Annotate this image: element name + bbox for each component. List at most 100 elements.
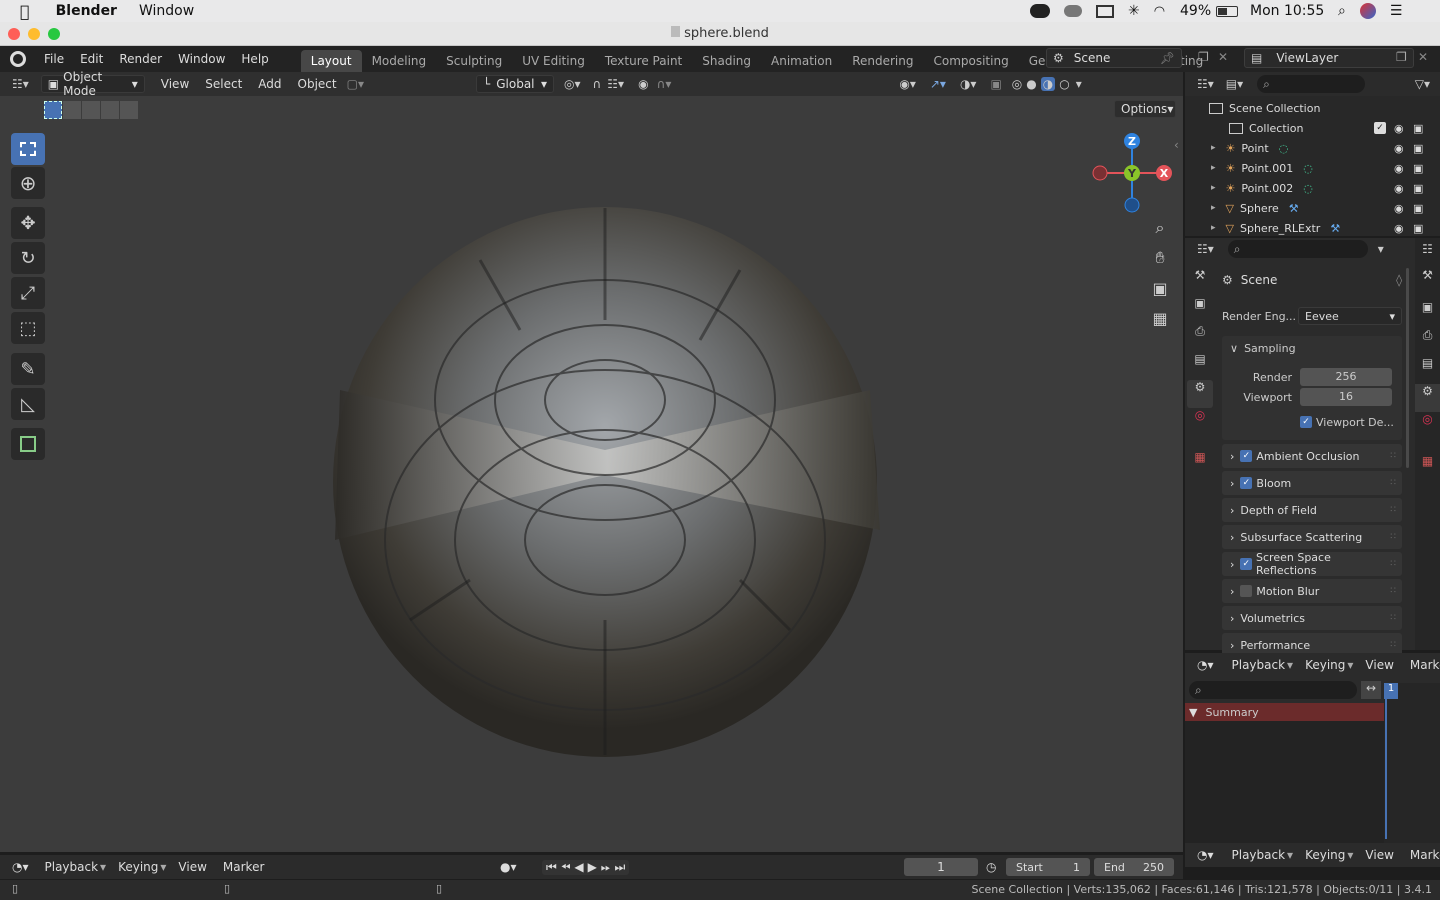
tool-tab-2[interactable]: ⚒ [1415,268,1440,300]
spotlight-icon[interactable]: ⌕ [1338,3,1346,19]
camera-render-icon[interactable]: ▣ [1413,202,1423,215]
siri-icon[interactable] [1359,3,1376,19]
next-keyframe-icon[interactable]: ⏩︎ [601,860,611,875]
drag-handle-icon[interactable]: ∷ [1390,505,1396,515]
dopesheet-search-input[interactable]: ⌕ [1189,681,1357,699]
expand-arrow-icon[interactable]: ▸ [1211,143,1216,153]
current-frame-field[interactable]: 1 [904,858,978,876]
shading-wireframe-icon[interactable]: ◎ [1012,77,1022,91]
new-scene-icon[interactable]: ❐ [1198,50,1209,64]
light-data-icon[interactable]: ◌ [1279,142,1289,155]
outliner-item[interactable]: ▸ ☀ Point.002 ◌ ◉ ▣ [1185,178,1440,198]
properties-scrollbar[interactable] [1406,268,1409,468]
viewport-menu-object[interactable]: Object [290,77,345,91]
pan-button[interactable]: ✋︎ [1147,245,1173,271]
navigation-gizmo[interactable]: Z X Y [1088,132,1178,217]
delete-view-layer-icon[interactable]: ✕ [1418,50,1428,64]
transform-tool[interactable]: ⬚ [11,312,45,344]
select-box-tool[interactable] [11,133,45,165]
outliner-scene-collection[interactable]: Scene Collection [1185,98,1440,118]
properties-editor-type-icon-2[interactable]: ☷ [1415,238,1440,262]
expand-arrow-icon[interactable]: ▸ [1211,223,1216,233]
dopesheet-editor-type-icon[interactable]: ◔▾ [1197,658,1214,672]
camera-render-icon[interactable]: ▣ [1413,162,1423,175]
panel-bloom[interactable]: › ✓ Bloom ∷ [1222,471,1402,495]
modifier-icon[interactable]: ⚒ [1330,222,1340,235]
output-tab[interactable]: ⎙ [1187,324,1213,352]
options-dropdown[interactable]: Options ▾ [1114,100,1176,118]
measure-tool[interactable]: ◺ [11,388,45,420]
gizmo-toggle-icon[interactable]: ↗▾ [930,77,946,91]
scene-tab-2[interactable]: ⚙ [1415,384,1440,412]
apple-icon[interactable]:  [20,2,30,21]
snap-target-icon[interactable]: ☷▾ [607,77,624,91]
tab-sculpting[interactable]: Sculpting [436,50,512,72]
scale-tool[interactable]: ⤢ [11,277,45,309]
panel-checkbox[interactable] [1240,585,1253,597]
summary-row[interactable]: ▼ Summary [1185,703,1384,721]
view-layer-selector[interactable]: ▤ ViewLayer [1244,48,1414,68]
pin-icon[interactable]: ◊ [1396,273,1402,287]
menu-help[interactable]: Help [233,52,276,66]
timeline-right-menu-view[interactable]: View [1357,848,1401,862]
record-icon[interactable]: ●▾ [500,860,517,874]
light-data-icon[interactable]: ◌ [1303,162,1313,175]
control-center-icon[interactable]: ☰ [1390,3,1403,19]
annotate-tool[interactable]: ✎ [11,353,45,385]
tab-texture-paint[interactable]: Texture Paint [595,50,692,72]
macos-app-name[interactable]: Blender [56,3,117,19]
timeline-menu-view[interactable]: View [170,860,214,874]
timeline-editor-type-icon[interactable]: ◔▾ [12,860,29,874]
drag-handle-icon[interactable]: ∷ [1390,586,1396,596]
mode-dropdown[interactable]: ▣ Object Mode ▾ [40,70,145,98]
transform-orientation-dropdown[interactable]: └ Global ▾ [476,75,554,93]
eye-icon[interactable]: ◉ [1394,202,1404,215]
dopesheet-area[interactable]: 1 [1384,683,1440,843]
render-tab[interactable]: ▣ [1187,296,1213,324]
render-engine-dropdown[interactable]: Eevee ▾ [1298,307,1402,325]
camera-render-icon[interactable]: ▣ [1413,122,1423,135]
viewport-samples-field[interactable]: 16 [1300,388,1392,406]
viewport-denoise-checkbox[interactable]: ✓ Viewport De... [1300,414,1394,430]
menu-render[interactable]: Render [111,52,170,66]
sampling-panel-header[interactable]: ∨ Sampling [1222,336,1402,360]
outliner-search-input[interactable]: ⌕ [1257,75,1366,93]
new-view-layer-icon[interactable]: ❐ [1396,50,1407,64]
tab-animation[interactable]: Animation [761,50,842,72]
drag-handle-icon[interactable]: ∷ [1390,478,1396,488]
timeline-right-menu-keying[interactable]: Keying [1297,848,1347,862]
world-tab-2[interactable]: ◎ [1415,412,1440,440]
panel-motion-blur[interactable]: › Motion Blur ∷ [1222,579,1402,603]
shading-rendered-icon[interactable]: ○ [1059,77,1069,91]
select-invert-icon[interactable] [101,101,119,119]
eye-icon[interactable]: ◉ [1394,122,1404,135]
battery-percent[interactable]: 49% [1180,3,1211,19]
falloff-icon[interactable]: ∩▾ [657,77,672,91]
eye-icon[interactable]: ◉ [1394,142,1404,155]
blender-logo-icon[interactable] [10,51,26,67]
outliner-item[interactable]: ▸ ☀ Point ◌ ◉ ▣ [1185,138,1440,158]
output-tab-2[interactable]: ⎙ [1415,328,1440,356]
wifi-icon[interactable]: ◠ [1154,4,1165,19]
jump-start-icon[interactable]: ⏮︎ [546,860,557,875]
perspective-toggle-button[interactable]: ▦ [1147,305,1173,331]
start-frame-field[interactable]: Start 1 [1006,858,1090,876]
display-mode-icon[interactable]: ▤▾ [1226,77,1243,91]
editor-type-icon[interactable]: ☷▾ [12,77,29,91]
select-intersect-icon[interactable] [120,101,138,119]
timeline-menu-keying[interactable]: Keying [110,860,160,874]
select-subtract-icon[interactable] [82,101,100,119]
modifier-icon[interactable]: ⚒ [1289,202,1299,215]
gizmo-neg-x[interactable] [1092,165,1108,181]
menu-edit[interactable]: Edit [72,52,111,66]
eye-icon[interactable]: ◉ [1394,222,1404,235]
shading-material-icon[interactable]: ◑ [1040,77,1056,91]
cursor-tool[interactable]: ⊕ [11,167,45,199]
drag-handle-icon[interactable]: ∷ [1390,559,1396,569]
rotate-tool[interactable]: ↻ [11,242,45,274]
view-layer-tab[interactable]: ▤ [1187,352,1213,380]
drag-handle-icon[interactable]: ∷ [1390,451,1396,461]
bluetooth-icon[interactable]: ✳ [1128,3,1140,19]
render-tab-2[interactable]: ▣ [1415,300,1440,328]
panel-checkbox[interactable]: ✓ [1240,558,1253,570]
